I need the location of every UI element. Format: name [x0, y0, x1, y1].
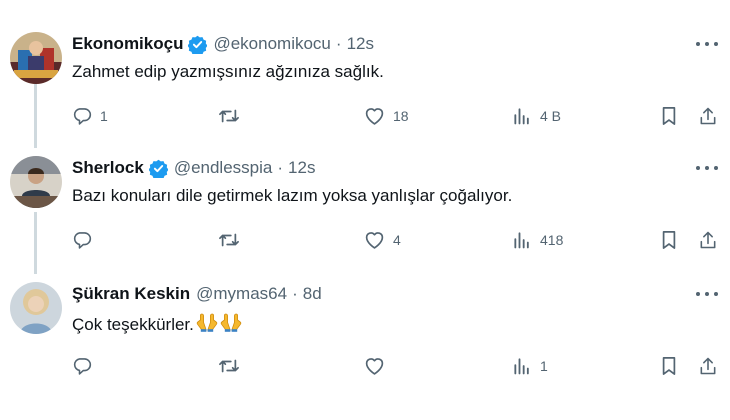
- bookmark-button[interactable]: [660, 228, 678, 252]
- reply-button[interactable]: [72, 228, 100, 252]
- views-button[interactable]: 418: [512, 228, 563, 252]
- like-icon: [364, 356, 385, 376]
- like-button[interactable]: 18: [364, 104, 409, 128]
- retweet-button[interactable]: [218, 104, 248, 128]
- views-count: 1: [540, 358, 548, 374]
- reply-count: 1: [100, 108, 108, 124]
- tweet-text: Çok teşekkürler.: [72, 314, 194, 334]
- timestamp[interactable]: 8d: [303, 284, 322, 304]
- share-button[interactable]: [698, 228, 718, 252]
- bookmark-icon: [660, 356, 678, 376]
- like-icon: [364, 230, 385, 250]
- bookmark-icon: [660, 106, 678, 126]
- reply-icon: [72, 230, 92, 250]
- bookmark-button[interactable]: [660, 354, 678, 378]
- display-name[interactable]: Ekonomikoçu: [72, 34, 183, 54]
- retweet-icon: [218, 106, 240, 126]
- retweet-icon: [218, 356, 240, 376]
- display-name[interactable]: Sherlock: [72, 158, 144, 178]
- retweet-icon: [218, 230, 240, 250]
- share-button[interactable]: [698, 104, 718, 128]
- share-icon: [698, 106, 718, 126]
- action-bar: 1 18 4 B: [72, 104, 722, 128]
- views-count: 4 B: [540, 108, 562, 124]
- share-icon: [698, 230, 718, 250]
- action-bar: 1: [72, 354, 722, 378]
- views-count: 418: [540, 232, 564, 248]
- folded-hands-emoji: [196, 312, 218, 337]
- handle[interactable]: @ekonomikocu: [213, 34, 330, 54]
- timestamp[interactable]: 12s: [347, 34, 374, 54]
- views-icon: [512, 356, 532, 376]
- reply-button[interactable]: [72, 354, 100, 378]
- like-count: 4: [393, 232, 401, 248]
- handle[interactable]: @endlesspia: [174, 158, 273, 178]
- more-icon[interactable]: [696, 160, 718, 176]
- like-icon: [364, 106, 385, 126]
- verified-badge-icon: [148, 159, 168, 178]
- avatar[interactable]: [10, 32, 62, 84]
- more-icon[interactable]: [696, 36, 718, 52]
- folded-hands-emoji: [220, 312, 242, 337]
- share-button[interactable]: [698, 354, 718, 378]
- views-button[interactable]: 1: [512, 354, 548, 378]
- separator: ·: [335, 34, 342, 53]
- views-button[interactable]: 4 B: [512, 104, 561, 128]
- tweet-text: Bazı konuları dile getirmek lazım yoksa …: [72, 186, 513, 205]
- thread-line: [34, 212, 37, 274]
- retweet-button[interactable]: [218, 354, 248, 378]
- bookmark-button[interactable]: [660, 104, 678, 128]
- like-count: 18: [393, 108, 409, 124]
- thread-line: [34, 84, 37, 148]
- timestamp[interactable]: 12s: [288, 158, 315, 178]
- tweet-text-row: Çok teşekkürler.: [72, 312, 242, 337]
- more-icon[interactable]: [696, 286, 718, 302]
- avatar[interactable]: [10, 156, 62, 208]
- verified-badge-icon: [188, 35, 208, 54]
- display-name[interactable]: Şükran Keskin: [72, 284, 190, 304]
- views-icon: [512, 106, 532, 126]
- separator: ·: [277, 158, 284, 177]
- separator: ·: [292, 284, 298, 303]
- like-button[interactable]: 4: [364, 228, 401, 252]
- reply-icon: [72, 356, 92, 376]
- reply-icon: [72, 106, 92, 126]
- avatar[interactable]: [10, 282, 62, 334]
- views-icon: [512, 230, 532, 250]
- reply-button[interactable]: 1: [72, 104, 108, 128]
- handle[interactable]: @mymas64: [196, 284, 287, 304]
- like-button[interactable]: [364, 354, 393, 378]
- tweet-text: Zahmet edip yazmışsınız ağzınıza sağlık.: [72, 62, 384, 81]
- retweet-button[interactable]: [218, 228, 248, 252]
- bookmark-icon: [660, 230, 678, 250]
- share-icon: [698, 356, 718, 376]
- action-bar: 4 418: [72, 228, 722, 252]
